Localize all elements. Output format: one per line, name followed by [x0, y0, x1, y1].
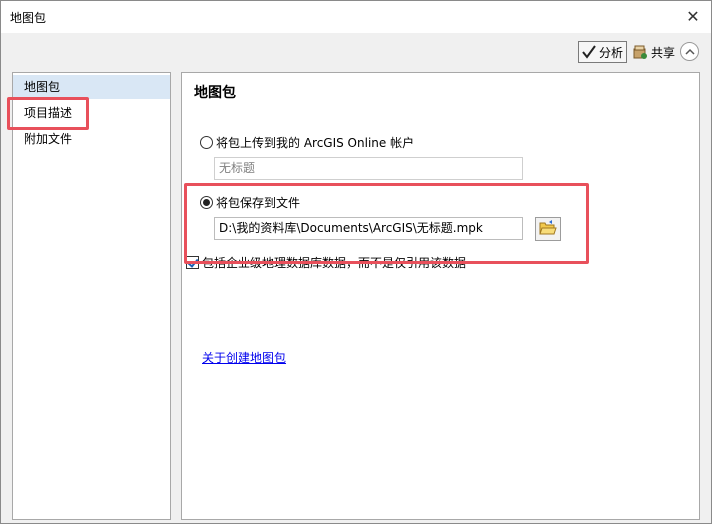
upload-option[interactable]: 将包上传到我的 ArcGIS Online 帐户: [200, 134, 414, 151]
sidebar-item-item-description[interactable]: 项目描述: [13, 101, 170, 125]
save-radio[interactable]: [200, 196, 213, 209]
include-enterprise-option[interactable]: 包括企业级地理数据库数据，而不是仅引用该数据: [186, 254, 466, 271]
close-button[interactable]: ✕: [683, 6, 703, 26]
toolbar: 分析 共享: [1, 33, 711, 67]
save-option-label: 将包保存到文件: [216, 196, 301, 210]
window-title: 地图包: [10, 11, 47, 25]
analyze-button[interactable]: 分析: [578, 41, 628, 63]
save-path-field[interactable]: D:\我的资料库\Documents\ArcGIS\无标题.mpk: [214, 217, 523, 240]
save-option[interactable]: 将包保存到文件: [200, 194, 300, 211]
sidebar-item-label: 附加文件: [24, 132, 73, 146]
map-package-dialog: 地图包 ✕ 分析 共享 地图包 项目描述 附加文件 地图包 将包上传到我的 Ar…: [0, 0, 712, 524]
sidebar-item-label: 地图包: [24, 80, 61, 94]
folder-open-icon: [539, 219, 557, 239]
browse-button[interactable]: [535, 217, 561, 241]
upload-title-field[interactable]: 无标题: [214, 157, 523, 180]
check-icon: [582, 45, 596, 59]
sidebar-item-additional-files[interactable]: 附加文件: [13, 127, 170, 151]
upload-radio[interactable]: [200, 136, 213, 149]
sidebar: 地图包 项目描述 附加文件: [12, 72, 171, 520]
share-button[interactable]: 共享: [630, 41, 677, 63]
collapse-button[interactable]: [680, 42, 699, 61]
include-enterprise-label: 包括企业级地理数据库数据，而不是仅引用该数据: [202, 256, 467, 270]
title-bar: 地图包 ✕: [1, 1, 711, 33]
about-link[interactable]: 关于创建地图包: [202, 349, 286, 366]
sidebar-item-map-package[interactable]: 地图包: [13, 75, 170, 99]
main-panel: 地图包 将包上传到我的 ArcGIS Online 帐户 无标题 将包保存到文件…: [181, 72, 700, 520]
section-title: 地图包: [194, 85, 236, 101]
sidebar-item-label: 项目描述: [24, 106, 73, 120]
include-enterprise-checkbox[interactable]: [186, 256, 199, 269]
analyze-label: 分析: [599, 45, 624, 60]
share-label: 共享: [651, 45, 676, 60]
share-icon: [632, 44, 648, 60]
upload-option-label: 将包上传到我的 ArcGIS Online 帐户: [216, 136, 415, 150]
close-icon: ✕: [686, 6, 700, 26]
chevron-up-icon: [684, 48, 695, 56]
